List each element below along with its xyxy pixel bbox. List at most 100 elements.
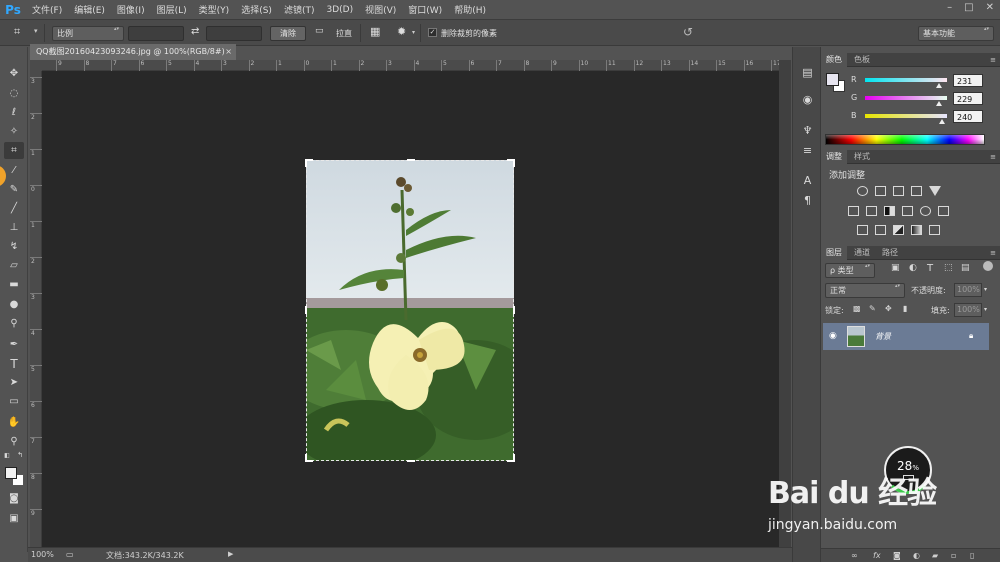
layer-thumbnail[interactable]	[847, 326, 865, 347]
hand-tool-icon[interactable]: ✋	[4, 414, 24, 431]
swap-colors-icon[interactable]: ↰	[15, 450, 25, 460]
preset-dropdown-arrow-icon[interactable]: ▾	[34, 27, 38, 35]
history-panel-icon[interactable]: ▤	[799, 65, 816, 80]
layer-lock-icon[interactable]: 🔒︎	[969, 331, 973, 341]
threshold-icon[interactable]	[893, 225, 904, 235]
tab-swatches[interactable]: 色板	[849, 53, 875, 67]
path-selection-tool-icon[interactable]: ➤	[4, 374, 24, 391]
foreground-color-chip[interactable]	[826, 73, 839, 86]
swap-icon[interactable]: ⇄	[191, 26, 199, 37]
brush-tool-icon[interactable]: ╱	[4, 200, 24, 217]
layer-style-icon[interactable]: fx	[873, 551, 881, 560]
lock-transparent-icon[interactable]: ▩	[853, 304, 861, 313]
curves-icon[interactable]	[893, 186, 904, 196]
eyedropper-tool-icon[interactable]: ⁄	[4, 162, 24, 179]
menu-3d[interactable]: 3D(D)	[320, 5, 359, 15]
color-spectrum-bar[interactable]	[825, 134, 985, 145]
filter-type-icon[interactable]: T	[927, 263, 933, 274]
properties-panel-icon[interactable]: ◉	[799, 92, 816, 107]
crop-box[interactable]	[305, 159, 515, 462]
menu-type[interactable]: 类型(Y)	[193, 3, 236, 16]
exposure-icon[interactable]	[911, 186, 922, 196]
crop-tool-preset-icon[interactable]: ⌗	[14, 25, 20, 39]
menu-edit[interactable]: 编辑(E)	[68, 3, 111, 16]
green-knob[interactable]	[935, 101, 942, 106]
color-swatches[interactable]	[3, 465, 25, 487]
opacity-dropdown-icon[interactable]: ▾	[984, 286, 987, 293]
delete-cropped-checkbox[interactable]: ✓	[428, 28, 437, 37]
magic-wand-tool-icon[interactable]: ✧	[4, 123, 24, 140]
character-panel-icon[interactable]: A	[799, 173, 816, 188]
color-balance-icon[interactable]	[866, 206, 877, 216]
menu-file[interactable]: 文件(F)	[26, 3, 68, 16]
close-document-icon[interactable]: ×	[225, 44, 232, 60]
minimize-button[interactable]: –	[947, 2, 952, 13]
posterize-icon[interactable]	[875, 225, 886, 235]
blue-slider[interactable]: B 240	[851, 110, 997, 124]
red-value[interactable]: 231	[953, 74, 983, 87]
blur-tool-icon[interactable]: ●	[4, 296, 24, 313]
gradient-map-icon[interactable]	[911, 225, 922, 235]
hue-saturation-icon[interactable]	[848, 206, 859, 216]
pen-tool-icon[interactable]: ✒	[4, 336, 24, 353]
blue-value[interactable]: 240	[953, 110, 983, 123]
settings-dropdown-icon[interactable]: ▾	[412, 29, 415, 36]
opacity-value[interactable]: 100%	[954, 283, 982, 297]
clear-button[interactable]: 清除	[270, 26, 306, 41]
panel-menu-icon[interactable]: ≡	[990, 249, 996, 257]
layer-visibility-eye-icon[interactable]: ◉	[829, 331, 837, 341]
blend-mode-select[interactable]: 正常	[825, 283, 905, 298]
menu-filter[interactable]: 滤镜(T)	[278, 3, 321, 16]
tab-channels[interactable]: 通道	[849, 246, 875, 260]
reset-icon[interactable]: ↺	[683, 25, 693, 39]
red-slider[interactable]: R 231	[851, 74, 997, 88]
lasso-tool-icon[interactable]: ℓ	[4, 104, 24, 121]
green-slider[interactable]: G 229	[851, 92, 997, 106]
maximize-button[interactable]: □	[964, 2, 973, 13]
zoom-tool-icon[interactable]: ⚲	[4, 433, 24, 450]
menu-help[interactable]: 帮助(H)	[448, 3, 492, 16]
tab-adjustments[interactable]: 调整	[821, 150, 847, 164]
selective-color-icon[interactable]	[929, 225, 940, 235]
layer-row-background[interactable]: ◉ 背景 🔒︎	[823, 323, 989, 350]
red-track[interactable]	[865, 78, 947, 82]
tab-color[interactable]: 颜色	[821, 53, 847, 67]
crop-handle-bottom[interactable]	[407, 454, 415, 462]
history-brush-tool-icon[interactable]: ↯	[4, 238, 24, 255]
tab-styles[interactable]: 样式	[849, 150, 875, 164]
settings-gear-icon[interactable]: ✹	[397, 25, 406, 38]
foreground-color-swatch[interactable]	[5, 467, 17, 479]
document-tab[interactable]: QQ截图20160423093246.jpg @ 100%(RGB/8#) ×	[30, 44, 236, 60]
crop-handle-left[interactable]	[305, 306, 313, 314]
photo-filter-icon[interactable]	[902, 206, 913, 216]
menu-image[interactable]: 图像(I)	[111, 3, 151, 16]
straighten-label[interactable]: 拉直	[336, 28, 352, 39]
link-layers-icon[interactable]: ∞	[851, 551, 858, 560]
dodge-tool-icon[interactable]: ⚲	[4, 315, 24, 332]
levels-icon[interactable]	[875, 186, 886, 196]
fill-dropdown-icon[interactable]: ▾	[984, 306, 987, 313]
panel-menu-icon[interactable]: ≡	[990, 153, 996, 161]
filter-toggle-icon[interactable]	[983, 261, 993, 271]
filter-pixel-icon[interactable]: ▣	[891, 263, 900, 273]
green-track[interactable]	[865, 96, 947, 100]
brush-presets-icon[interactable]: ≡	[799, 143, 816, 158]
horizontal-ruler[interactable]: 9 8 7 6 5 4 3 2 1 0 1 2 3 4 5 6 7 8 9 10 11 12 13 14 15 16 17	[42, 60, 781, 71]
filter-smart-object-icon[interactable]: ▤	[961, 263, 970, 273]
crop-handle-bottom-left[interactable]	[305, 454, 313, 462]
layer-filter-select[interactable]: ρ 类型	[825, 263, 875, 278]
menu-layer[interactable]: 图层(L)	[151, 3, 193, 16]
ruler-origin[interactable]	[30, 60, 42, 71]
zoom-level[interactable]: 100%	[31, 550, 54, 559]
menu-window[interactable]: 窗口(W)	[402, 3, 448, 16]
red-knob[interactable]	[936, 83, 943, 88]
color-swatch-pair[interactable]	[826, 73, 846, 93]
brightness-contrast-icon[interactable]	[857, 186, 868, 196]
crop-handle-bottom-right[interactable]	[507, 454, 515, 462]
eraser-tool-icon[interactable]: ▱	[4, 257, 24, 274]
panel-menu-icon[interactable]: ≡	[990, 56, 996, 64]
vibrance-icon[interactable]	[929, 186, 941, 196]
lock-all-icon[interactable]: ▮	[903, 304, 907, 313]
crop-tool-icon[interactable]: ⌗	[4, 142, 24, 159]
layer-name[interactable]: 背景	[875, 331, 891, 342]
